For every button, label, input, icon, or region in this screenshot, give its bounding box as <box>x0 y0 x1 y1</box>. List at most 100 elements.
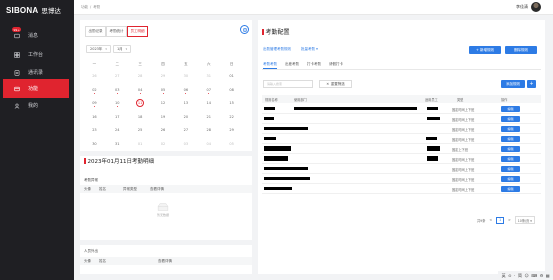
calendar-day[interactable]: 19 <box>152 115 175 119</box>
edit-button[interactable]: 编辑 <box>501 186 520 192</box>
ime-item[interactable]: ▦ <box>546 273 550 278</box>
calendar-day[interactable]: 14 <box>197 101 220 105</box>
tab-attendance-stats[interactable]: 考勤统计 <box>106 26 127 37</box>
calendar-day[interactable]: 27 <box>174 128 197 132</box>
calendar-day[interactable]: 04 <box>129 88 152 94</box>
edit-button[interactable]: 编辑 <box>501 146 520 152</box>
pager-page[interactable]: 1 <box>496 216 505 224</box>
year-select[interactable]: 2023年 ▾ <box>86 45 111 53</box>
tab-clock-in[interactable]: 打卡考勤 <box>307 62 321 69</box>
add-rule-button[interactable]: + 新增规则 <box>469 46 501 54</box>
tab-business-trip[interactable]: 出差考勤 <box>285 62 299 69</box>
calendar-day[interactable]: 12 <box>152 101 175 105</box>
calendar-day[interactable]: 21 <box>197 115 220 119</box>
sidebar-label: 消息 <box>28 33 39 39</box>
calendar-day[interactable]: 01 <box>129 142 152 146</box>
ime-item[interactable]: 英 <box>502 273 506 279</box>
ime-item[interactable]: ⌨ <box>531 273 537 278</box>
sidebar-item-mine[interactable]: 我的 <box>0 96 74 115</box>
calendar-day[interactable]: 22 <box>220 115 243 119</box>
calendar-day[interactable]: 31 <box>197 74 220 78</box>
outing-table-header: 头像 姓名 查看详情 <box>80 257 252 265</box>
calendar-day[interactable]: 29 <box>152 74 175 78</box>
avatar[interactable] <box>531 2 541 12</box>
edit-button[interactable]: 编辑 <box>501 126 520 132</box>
calendar-day[interactable]: 09 <box>83 101 106 107</box>
calendar-day[interactable]: 23 <box>83 128 106 132</box>
month-select[interactable]: 1月 ▾ <box>112 45 132 53</box>
ime-item[interactable]: 简 <box>518 273 522 279</box>
weekday-label: 三 <box>138 62 142 66</box>
redacted-name <box>264 167 308 170</box>
calendar-day[interactable]: 03 <box>106 88 129 94</box>
weekday-label: 日 <box>229 62 234 66</box>
calendar-day[interactable]: 06 <box>174 88 197 94</box>
calendar-day[interactable]: 29 <box>220 128 243 132</box>
tab-leave[interactable]: 请假打卡 <box>329 62 343 69</box>
add-rule-small-button[interactable]: 添加规则 <box>501 80 525 88</box>
calendar-day[interactable]: 25 <box>129 128 152 132</box>
calendar-day[interactable]: 26 <box>83 74 106 78</box>
tab-attendance-records[interactable]: 出勤记录 <box>85 26 106 37</box>
calendar-day[interactable]: 07 <box>197 88 220 94</box>
calendar-day[interactable]: 30 <box>174 74 197 78</box>
calendar-day[interactable]: 13 <box>174 101 197 105</box>
ime-item[interactable]: ⚙ <box>540 273 544 278</box>
calendar-day[interactable]: 01 <box>220 74 243 78</box>
reset-filter-button[interactable]: ✕ 重置筛选 <box>319 80 352 88</box>
pager-next[interactable]: > <box>506 218 513 223</box>
calendar-day[interactable]: 05 <box>152 88 175 94</box>
table-row: 固定时间上下班 编辑 <box>262 164 541 174</box>
edit-button[interactable]: 编辑 <box>501 116 520 122</box>
rule-type: 固定时间上下班 <box>452 128 475 132</box>
ime-item[interactable]: ⊙ <box>508 273 511 278</box>
pager-prev[interactable]: < <box>487 218 494 223</box>
calendar-day-selected[interactable]: 11 <box>129 99 152 107</box>
user-menu[interactable]: 李佳清 <box>516 2 541 12</box>
sidebar-item-messages[interactable]: 99+ 消息 <box>0 26 74 45</box>
calendar-day[interactable]: 15 <box>220 101 243 105</box>
calendar-day[interactable]: 03 <box>174 142 197 146</box>
tab-attendance[interactable]: 考勤考勤 <box>263 62 277 69</box>
edit-button[interactable]: 编辑 <box>501 166 520 172</box>
calendar-day[interactable]: 27 <box>106 74 129 78</box>
tab-employee-detail[interactable]: 员工明细 <box>127 26 148 37</box>
edit-button[interactable]: 编辑 <box>501 106 520 112</box>
gear-icon <box>242 27 247 32</box>
calendar-day[interactable]: 26 <box>152 128 175 132</box>
calendar-day[interactable]: 31 <box>106 142 129 146</box>
calendar-day[interactable]: 02 <box>83 88 106 94</box>
edit-button[interactable]: 编辑 <box>501 176 520 182</box>
calendar-day[interactable]: 20 <box>174 115 197 119</box>
search-input[interactable]: 请输入搜索 <box>263 80 313 88</box>
calendar-day[interactable]: 16 <box>83 115 106 119</box>
table-row: 固定上下班 编辑 <box>262 144 541 154</box>
settings-button[interactable] <box>240 25 249 34</box>
calendar-day[interactable]: 30 <box>83 142 106 146</box>
ime-item[interactable]: · <box>514 273 515 278</box>
calendar-day[interactable]: 08 <box>220 88 243 92</box>
calendar-day[interactable]: 28 <box>197 128 220 132</box>
edit-button[interactable]: 编辑 <box>501 156 520 162</box>
calendar-day[interactable]: 04 <box>197 142 220 146</box>
calendar-day[interactable]: 18 <box>129 115 152 119</box>
page-size-select[interactable]: 10条/页 ▾ <box>514 216 535 224</box>
calendar-day[interactable]: 24 <box>106 128 129 132</box>
calendar-day[interactable]: 28 <box>129 74 152 78</box>
calendar-day[interactable]: 02 <box>152 142 175 146</box>
sidebar-label: 工作台 <box>28 52 44 58</box>
rules-link[interactable]: 出勤管理考勤规则 <box>263 47 291 52</box>
calendar-day[interactable]: 17 <box>106 115 129 119</box>
message-icon <box>14 33 20 39</box>
redacted-department <box>294 107 417 110</box>
sidebar-item-workbench[interactable]: 工作台 <box>0 45 74 64</box>
plus-button[interactable]: + <box>527 80 536 88</box>
delete-rule-button[interactable]: 删除规则 <box>505 46 537 54</box>
calendar-day[interactable]: 05 <box>220 142 243 146</box>
ime-item[interactable]: ☺ <box>525 273 529 278</box>
edit-button[interactable]: 编辑 <box>501 136 520 142</box>
batch-link[interactable]: 批量考勤 ▾ <box>301 47 318 52</box>
calendar-day[interactable]: 10 <box>106 101 129 107</box>
section-divider <box>80 151 252 156</box>
breadcrumb-item[interactable]: 功能 <box>81 5 88 9</box>
